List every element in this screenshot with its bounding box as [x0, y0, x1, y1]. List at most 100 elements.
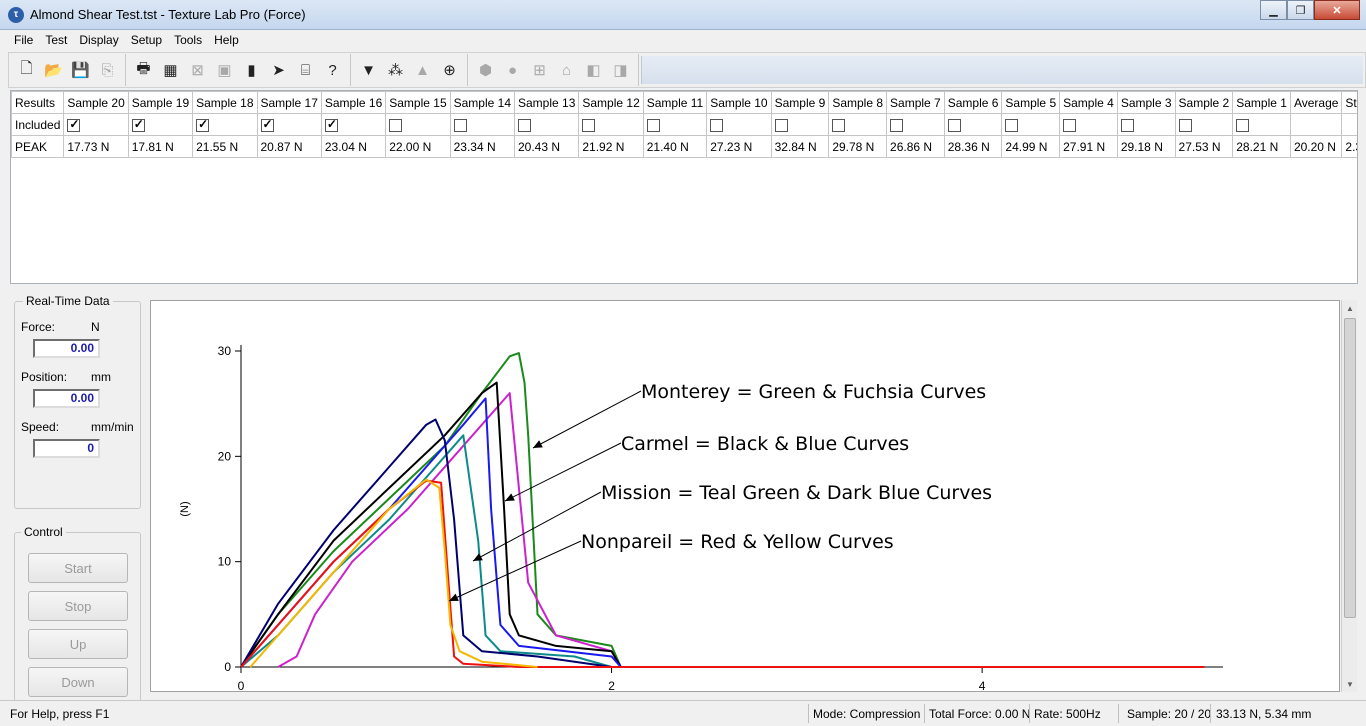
sample-column-header[interactable]: Sample 13	[513, 91, 580, 114]
window-controls: ▁ ❐ ✕	[1260, 0, 1360, 20]
save-icon[interactable]: 💾	[67, 57, 94, 83]
menu-file[interactable]: File	[8, 33, 39, 47]
sample-column-header[interactable]: Sample 18	[192, 91, 258, 114]
calculator-icon[interactable]: ▦	[157, 57, 184, 83]
sample-column-header[interactable]: Sample 14	[449, 91, 516, 114]
sample-column-header[interactable]: Sample 16	[320, 91, 387, 114]
close-icon[interactable]: ✕	[1314, 0, 1360, 20]
sample-column-header[interactable]: Sample 9	[770, 91, 830, 114]
sample-column-header[interactable]: Sample 3	[1116, 91, 1176, 114]
sample-column-header[interactable]: Sample 20	[63, 91, 129, 114]
sample-included-checkbox[interactable]	[260, 117, 274, 132]
sample-included-cell	[1116, 113, 1176, 136]
scroll-down-icon[interactable]: ▼	[1342, 676, 1358, 692]
menu-setup[interactable]: Setup	[125, 33, 168, 47]
sample-included-cell	[886, 113, 945, 136]
sample-included-checkbox[interactable]	[1236, 118, 1250, 132]
sample-peak-cell: 29.18 N	[1116, 135, 1176, 158]
clear-bin-icon[interactable]: ⊕	[436, 57, 463, 83]
sample-column-header[interactable]: Sample 4	[1059, 91, 1118, 114]
move-left-icon[interactable]: ◧	[580, 57, 607, 83]
down-button[interactable]: Down	[28, 667, 128, 697]
sample-peak-cell: 32.84 N	[770, 135, 830, 158]
bar-chart-icon[interactable]: ▮	[238, 57, 265, 83]
sample-column-header[interactable]: Sample 19	[127, 91, 194, 114]
sample-included-checkbox[interactable]	[67, 117, 81, 132]
stop-octagon-icon[interactable]: ⬢	[472, 57, 499, 83]
up-button[interactable]: Up	[28, 629, 128, 659]
sample-column-header[interactable]: Sample 15	[385, 91, 451, 114]
sample-included-checkbox[interactable]	[453, 118, 467, 132]
annotation-label: Nonpareil = Red & Yellow Curves	[581, 531, 894, 553]
sample-included-checkbox[interactable]	[518, 118, 531, 132]
sample-column-header[interactable]: Sample 2	[1174, 91, 1234, 114]
menu-test[interactable]: Test	[39, 33, 73, 47]
document-icon[interactable]: ▣	[211, 57, 238, 83]
sample-column-header[interactable]: Sample 8	[828, 91, 888, 114]
stddev-peak-cell: 2.35	[1341, 135, 1357, 158]
up-triangle-icon[interactable]: ▲	[409, 57, 436, 83]
camera-icon[interactable]: ⌸	[292, 57, 319, 83]
home-icon[interactable]: ⌂	[553, 57, 580, 83]
stop-button[interactable]: Stop	[28, 591, 128, 621]
status-cursor: 33.13 N, 5.34 mm	[1216, 707, 1312, 721]
start-button[interactable]: Start	[28, 553, 128, 583]
sample-peak-cell: 27.53 N	[1174, 135, 1234, 158]
menu-help[interactable]: Help	[208, 33, 245, 47]
sample-included-checkbox[interactable]	[646, 118, 660, 132]
sample-included-checkbox[interactable]	[1005, 118, 1019, 132]
minimize-icon[interactable]: ▁	[1260, 0, 1287, 20]
sample-included-checkbox[interactable]	[774, 118, 788, 132]
force-value: 0.00	[33, 339, 100, 358]
sample-included-checkbox[interactable]	[1178, 118, 1192, 132]
status-separator	[808, 704, 809, 723]
x-tick-label: 4	[979, 679, 986, 692]
sample-included-checkbox[interactable]	[389, 118, 403, 132]
sample-included-checkbox[interactable]	[324, 117, 338, 132]
sample-included-checkbox[interactable]	[1063, 118, 1077, 132]
series-line	[240, 397, 622, 668]
sample-included-checkbox[interactable]	[1120, 118, 1134, 132]
fixture-icon[interactable]: ⊞	[526, 57, 553, 83]
sample-peak-cell: 29.78 N	[828, 135, 888, 158]
antenna-icon[interactable]: ⁂	[382, 57, 409, 83]
app-icon[interactable]: τ	[8, 7, 24, 23]
chart-vertical-scrollbar[interactable]: ▲ ▼	[1341, 300, 1357, 692]
sample-column-header[interactable]: Sample 1	[1232, 91, 1291, 114]
circle-icon[interactable]: ●	[499, 57, 526, 83]
series-line	[240, 434, 612, 668]
open-folder-icon[interactable]: 📂	[40, 57, 67, 83]
sample-included-checkbox[interactable]	[582, 118, 596, 132]
sample-included-cell	[706, 113, 772, 136]
move-right-icon[interactable]: ◨	[607, 57, 634, 83]
sample-included-checkbox[interactable]	[947, 118, 961, 132]
help-icon[interactable]: ?	[319, 57, 346, 83]
sample-column-header[interactable]: Sample 12	[578, 91, 644, 114]
speed-unit: mm/min	[91, 420, 134, 434]
sample-column-header[interactable]: Sample 5	[1001, 91, 1061, 114]
copy-icon[interactable]: ⎘	[94, 57, 121, 83]
export-icon[interactable]: ⊠	[184, 57, 211, 83]
down-triangle-icon[interactable]: ▼	[355, 57, 382, 83]
scroll-thumb[interactable]	[1344, 318, 1356, 618]
sample-column-header[interactable]: Sample 7	[886, 91, 945, 114]
sample-included-checkbox[interactable]	[131, 117, 145, 132]
sample-column-header[interactable]: Sample 6	[943, 91, 1003, 114]
menu-tools[interactable]: Tools	[168, 33, 208, 47]
sample-column-header[interactable]: Sample 11	[642, 91, 708, 114]
sample-column-header[interactable]: Sample 10	[706, 91, 772, 114]
report-icon[interactable]: ➤	[265, 57, 292, 83]
sample-included-checkbox[interactable]	[832, 118, 846, 132]
maximize-icon[interactable]: ❐	[1287, 0, 1314, 20]
new-file-icon[interactable]: 🗋	[13, 57, 40, 83]
sample-included-checkbox[interactable]	[196, 117, 210, 132]
print-icon[interactable]: 🖶	[130, 57, 157, 83]
x-tick-label: 2	[608, 679, 615, 692]
scroll-up-icon[interactable]: ▲	[1342, 300, 1358, 316]
sample-included-cell	[943, 113, 1003, 136]
sample-column-header[interactable]: Sample 17	[256, 91, 322, 114]
force-chart: 0 10 20 30 0 2 4 (N) Monterey = Green & Fuchsia …	[179, 344, 1223, 692]
sample-included-checkbox[interactable]	[710, 118, 724, 132]
menu-display[interactable]: Display	[73, 33, 124, 47]
sample-included-checkbox[interactable]	[890, 118, 904, 132]
